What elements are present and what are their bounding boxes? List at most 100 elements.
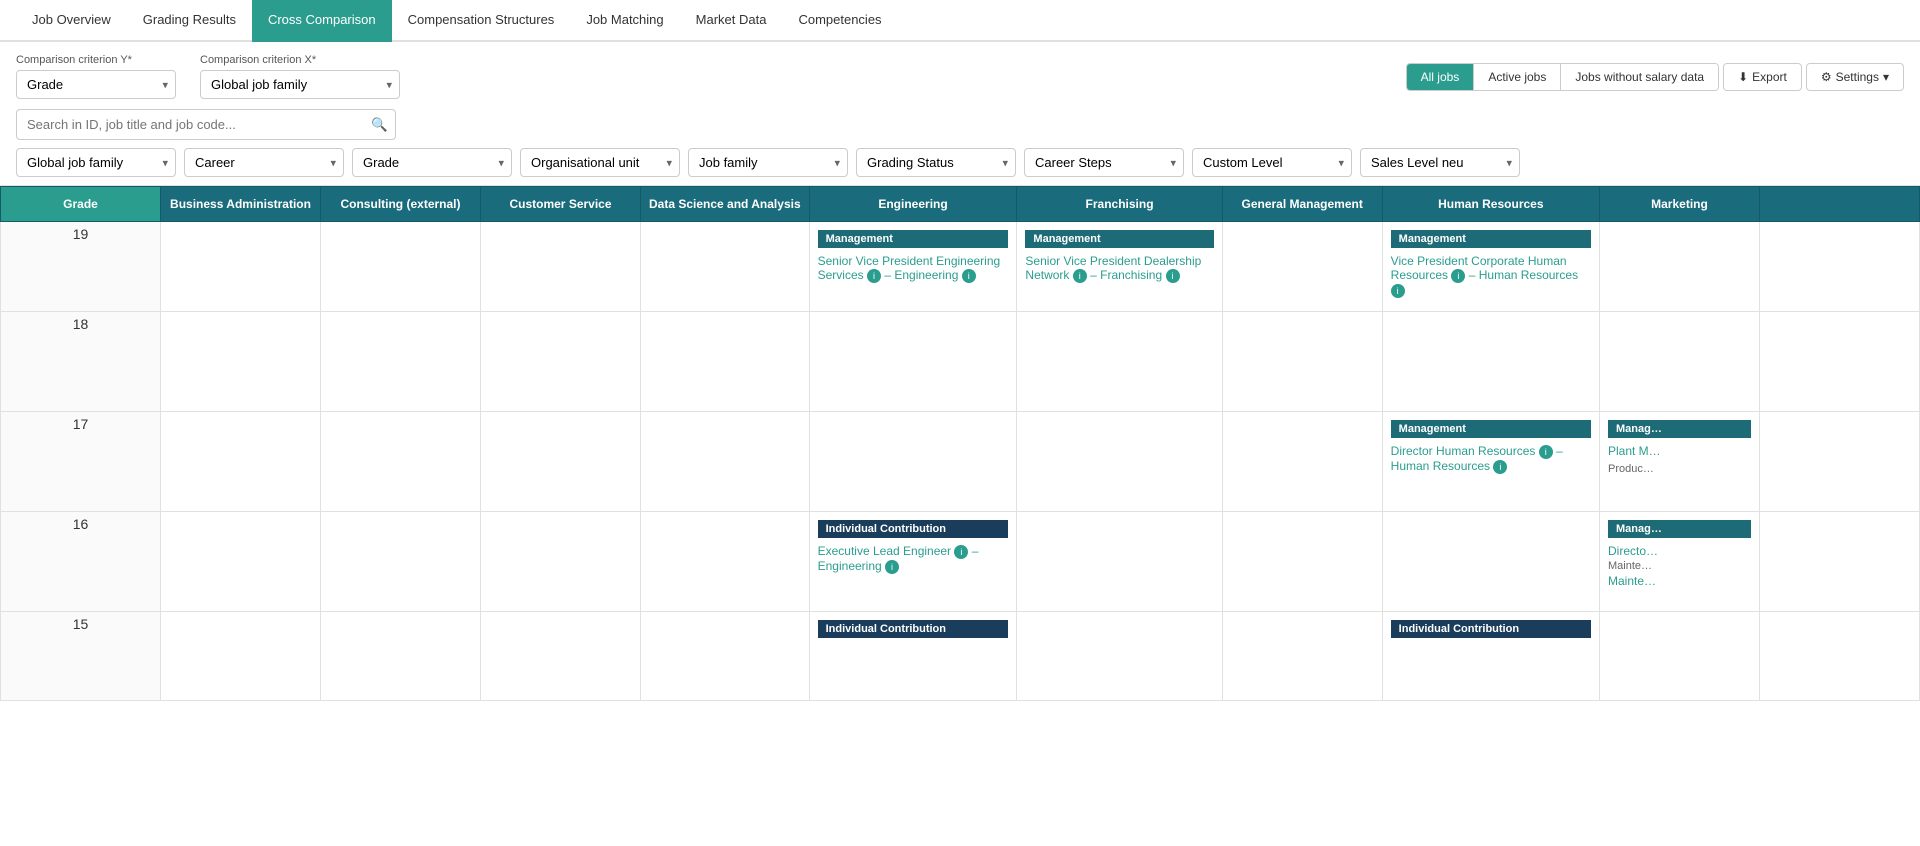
engineering-19-content: Management Senior Vice President Enginee… (814, 226, 1013, 289)
job-link-exec-lead-engineer[interactable]: Executive Lead Engineer i – Engineering … (818, 542, 1009, 576)
search-row: 🔍 (16, 109, 1904, 140)
management-badge-hr: Management (1391, 230, 1591, 248)
info-icon-7[interactable]: i (1539, 445, 1553, 459)
export-label: Export (1752, 70, 1787, 84)
individual-contribution-badge-hr-15: Individual Contribution (1391, 620, 1591, 638)
nav-tab-market-data[interactable]: Market Data (680, 0, 783, 42)
info-icon-8[interactable]: i (1493, 460, 1507, 474)
job-link-directo[interactable]: Directo… (1608, 542, 1751, 560)
info-icon-4[interactable]: i (1166, 269, 1180, 283)
cell-19-more (1759, 222, 1919, 312)
settings-button[interactable]: ⚙ Settings ▾ (1806, 63, 1904, 91)
criteria-x-label: Comparison criterion X* (200, 54, 400, 66)
individual-contribution-badge: Individual Contribution (818, 520, 1009, 538)
cell-17-marketing: Manag… Plant M… Produc… (1599, 412, 1759, 512)
grade-select[interactable]: Grade (352, 148, 512, 177)
cell-18-consulting (321, 312, 481, 412)
nav-tab-job-overview[interactable]: Job Overview (16, 0, 127, 42)
cell-15-engineering: Individual Contribution (809, 612, 1017, 701)
search-input[interactable] (16, 109, 396, 140)
job-family-select[interactable]: Job family (688, 148, 848, 177)
job-sub-text: – Engineering (884, 268, 958, 282)
criteria-y-label: Comparison criterion Y* (16, 54, 176, 66)
filter-all-jobs[interactable]: All jobs (1407, 64, 1475, 90)
cell-17-data-science (641, 412, 810, 512)
chevron-down-icon: ▾ (1883, 70, 1889, 84)
custom-level-select[interactable]: Custom Level (1192, 148, 1352, 177)
filter-active-jobs[interactable]: Active jobs (1474, 64, 1561, 90)
nav-tab-compensation-structures[interactable]: Compensation Structures (392, 0, 571, 42)
cell-18-data-science (641, 312, 810, 412)
nav-tab-cross-comparison[interactable]: Cross Comparison (252, 0, 392, 42)
sales-level-select[interactable]: Sales Level neu (1360, 148, 1520, 177)
grade-filter: Grade (352, 148, 512, 177)
criteria-x-select[interactable]: Global job family (200, 70, 400, 99)
cell-16-franchising (1017, 512, 1222, 612)
info-icon-10[interactable]: i (885, 560, 899, 574)
cell-18-franchising (1017, 312, 1222, 412)
org-unit-select[interactable]: Organisational unit (520, 148, 680, 177)
info-icon-5[interactable]: i (1451, 269, 1465, 283)
job-family-filter: Job family (688, 148, 848, 177)
job-link-plant-m[interactable]: Plant M… (1608, 442, 1751, 460)
org-unit-filter: Organisational unit (520, 148, 680, 177)
global-job-family-select[interactable]: Global job family (16, 148, 176, 177)
grade-cell-17: 17 (1, 412, 161, 512)
cell-16-engineering: Individual Contribution Executive Lead E… (809, 512, 1017, 612)
cell-16-business-admin (161, 512, 321, 612)
marketing-17-sub: Produc… (1608, 463, 1654, 475)
job-link-svp-dealership[interactable]: Senior Vice President Dealership Network… (1025, 252, 1213, 285)
job-link-vp-hr[interactable]: Vice President Corporate Human Resources… (1391, 252, 1591, 300)
search-icon-button[interactable]: 🔍 (371, 117, 388, 133)
filter-no-salary[interactable]: Jobs without salary data (1561, 64, 1718, 90)
grading-status-select[interactable]: Grading Status (856, 148, 1016, 177)
table-row: 18 (1, 312, 1920, 412)
export-button[interactable]: ⬇ Export (1723, 63, 1802, 91)
cell-17-consulting (321, 412, 481, 512)
cell-17-business-admin (161, 412, 321, 512)
management-badge-marketing-16: Manag… (1608, 520, 1751, 538)
search-wrapper: 🔍 (16, 109, 396, 140)
human-resources-header: Human Resources (1382, 187, 1599, 222)
nav-tab-competencies[interactable]: Competencies (782, 0, 897, 42)
job-link-svp-engineering[interactable]: Senior Vice President Engineering Servic… (818, 252, 1009, 285)
cell-17-franchising (1017, 412, 1222, 512)
cell-16-consulting (321, 512, 481, 612)
career-steps-filter: Career Steps (1024, 148, 1184, 177)
top-right-buttons: All jobs Active jobs Jobs without salary… (1406, 63, 1904, 91)
career-select[interactable]: Career (184, 148, 344, 177)
cell-17-customer-service (481, 412, 641, 512)
cell-15-data-science (641, 612, 810, 701)
job-link-director-hr[interactable]: Director Human Resources i – Human Resou… (1391, 442, 1591, 476)
info-icon-6[interactable]: i (1391, 284, 1405, 298)
custom-level-filter: Custom Level (1192, 148, 1352, 177)
cell-19-general-management (1222, 222, 1382, 312)
gear-icon: ⚙ (1821, 70, 1832, 84)
job-sub-franchising: – Franchising (1090, 268, 1162, 282)
management-badge-hr-17: Management (1391, 420, 1591, 438)
toolbar: Comparison criterion Y* Grade Comparison… (0, 42, 1920, 186)
cell-18-more (1759, 312, 1919, 412)
cell-15-general-management (1222, 612, 1382, 701)
cell-15-human-resources: Individual Contribution (1382, 612, 1599, 701)
info-icon-9[interactable]: i (954, 545, 968, 559)
search-icon: 🔍 (371, 117, 388, 132)
top-navigation: Job Overview Grading Results Cross Compa… (0, 0, 1920, 42)
career-steps-select[interactable]: Career Steps (1024, 148, 1184, 177)
info-icon[interactable]: i (867, 269, 881, 283)
cell-17-more (1759, 412, 1919, 512)
nav-tab-job-matching[interactable]: Job Matching (570, 0, 679, 42)
table-row: 17 Management Director Human Resources i… (1, 412, 1920, 512)
cell-19-business-admin (161, 222, 321, 312)
info-icon-3[interactable]: i (1073, 269, 1087, 283)
cell-15-business-admin (161, 612, 321, 701)
settings-label: Settings (1836, 70, 1879, 84)
info-icon-2[interactable]: i (962, 269, 976, 283)
nav-tab-grading-results[interactable]: Grading Results (127, 0, 252, 42)
business-admin-header: Business Administration (161, 187, 321, 222)
criteria-y-select[interactable]: Grade (16, 70, 176, 99)
grade-cell-19: 19 (1, 222, 161, 312)
franchising-header: Franchising (1017, 187, 1222, 222)
job-link-mainte[interactable]: Mainte… (1608, 572, 1751, 590)
cell-19-consulting (321, 222, 481, 312)
